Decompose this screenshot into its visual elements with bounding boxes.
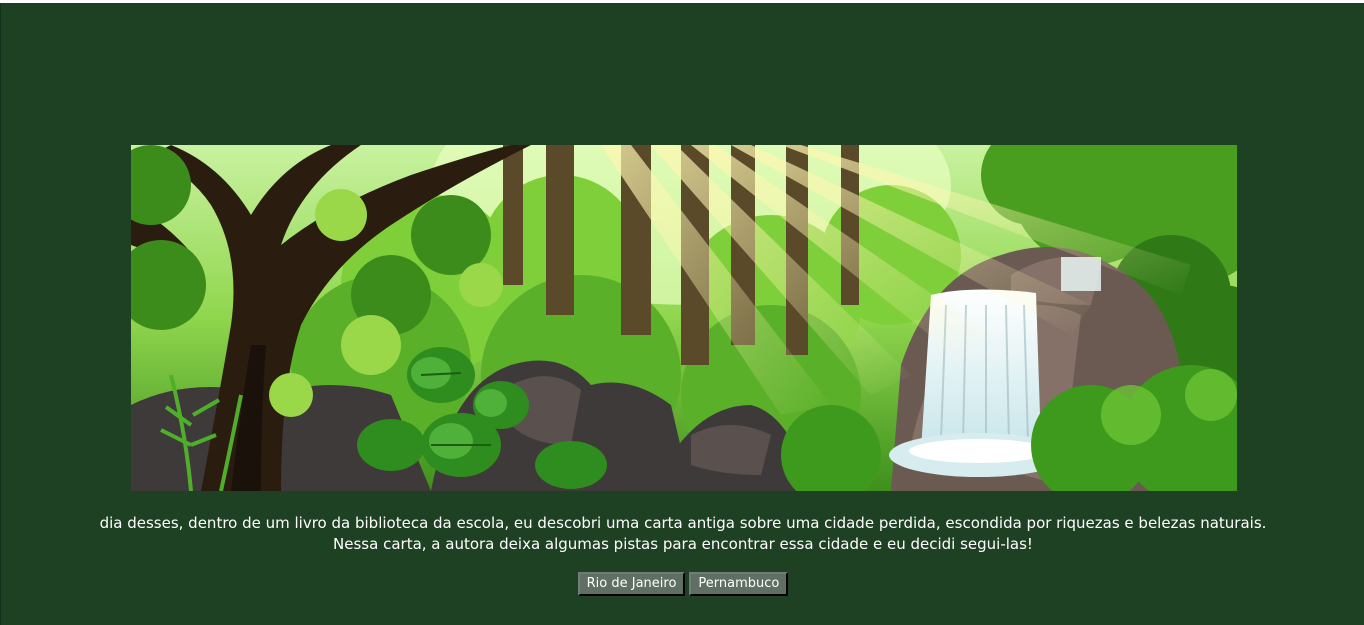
page-background: dia desses, dentro de um livro da biblio…	[0, 3, 1364, 625]
pernambuco-button[interactable]: Pernambuco	[689, 572, 789, 596]
jungle-waterfall-illustration	[131, 145, 1237, 491]
rio-de-janeiro-button[interactable]: Rio de Janeiro	[577, 572, 686, 596]
story-text: dia desses, dentro de um livro da biblio…	[1, 513, 1364, 555]
choice-buttons: Rio de Janeiro Pernambuco	[1, 572, 1364, 596]
story-line-2: Nessa carta, a autora deixa algumas pist…	[333, 535, 1033, 553]
story-line-1: dia desses, dentro de um livro da biblio…	[99, 514, 1267, 532]
